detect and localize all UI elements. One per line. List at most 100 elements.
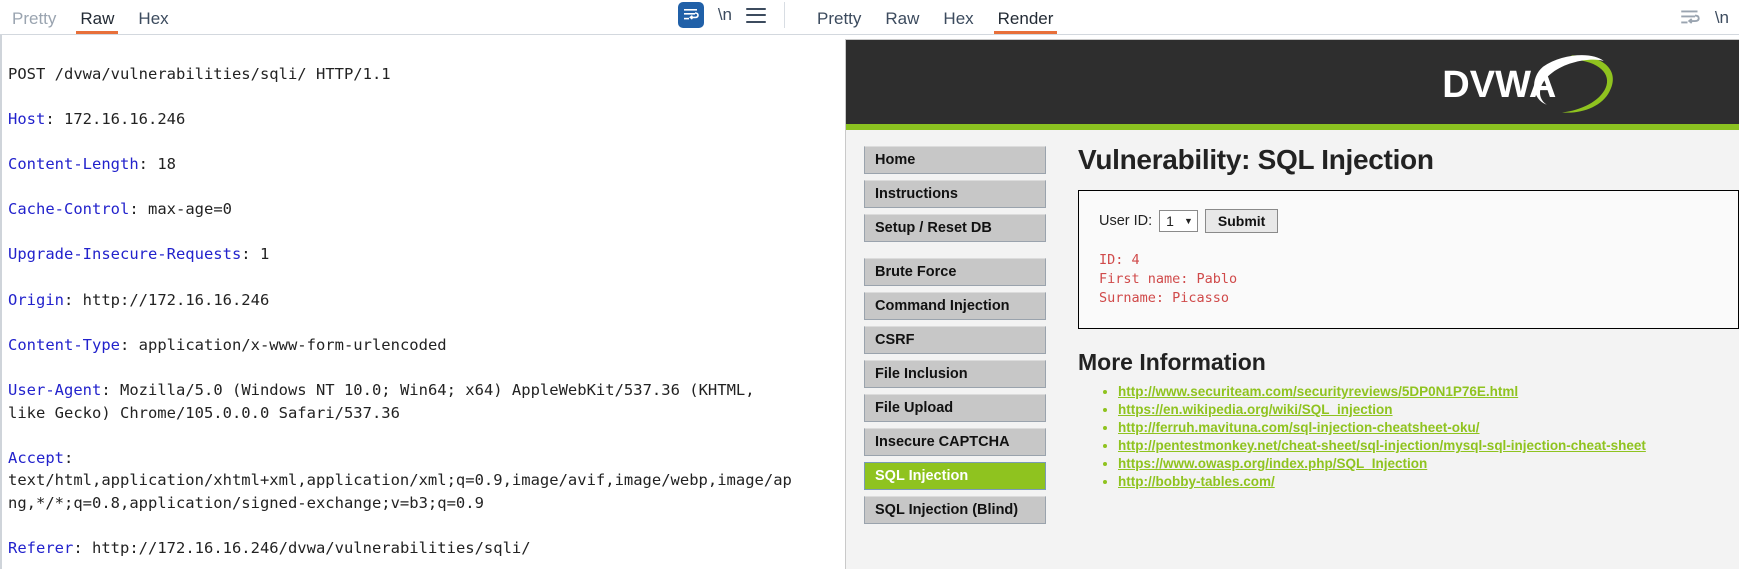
- link-securiteam[interactable]: http://www.securiteam.com/securityreview…: [1118, 384, 1518, 399]
- newline-icon[interactable]: \n: [718, 5, 732, 25]
- header-value: http://172.16.16.246/dvwa/vulnerabilitie…: [92, 539, 531, 558]
- more-information-links: http://www.securiteam.com/securityreview…: [1078, 384, 1739, 489]
- dvwa-sidebar: Home Instructions Setup / Reset DB Brute…: [846, 130, 1046, 569]
- request-path: /dvwa/vulnerabilities/sqli/: [54, 64, 307, 83]
- request-editor[interactable]: POST /dvwa/vulnerabilities/sqli/ HTTP/1.…: [0, 35, 795, 569]
- sqli-result: ID: 4 First name: Pablo Surname: Picasso: [1099, 251, 1718, 308]
- tab-response-pretty[interactable]: Pretty: [805, 10, 873, 34]
- word-wrap-icon[interactable]: [1679, 8, 1701, 28]
- header-value: 18: [157, 154, 176, 173]
- header-content-length: Content-Length: 18: [8, 154, 176, 173]
- newline-icon[interactable]: \n: [1715, 8, 1729, 28]
- tab-request-pretty[interactable]: Pretty: [0, 10, 68, 34]
- request-tabs: Pretty Raw Hex: [0, 0, 181, 34]
- tab-response-hex[interactable]: Hex: [931, 10, 985, 34]
- burp-repeater-window: Pretty Raw Hex \n POST /dvwa/vulnerabili…: [0, 0, 1739, 569]
- result-line-surname: Surname: Picasso: [1099, 290, 1230, 306]
- sidebar-item-insecure-captcha[interactable]: Insecure CAPTCHA: [864, 428, 1046, 456]
- header-user-agent: User-Agent: Mozilla/5.0 (Windows NT 10.0…: [8, 380, 764, 422]
- list-item: http://ferruh.mavituna.com/sql-injection…: [1118, 420, 1739, 435]
- sidebar-item-brute-force[interactable]: Brute Force: [864, 258, 1046, 286]
- header-cache-control: Cache-Control: max-age=0: [8, 200, 232, 219]
- sidebar-item-file-upload[interactable]: File Upload: [864, 394, 1046, 422]
- request-pane: Pretty Raw Hex \n POST /dvwa/vulnerabili…: [0, 0, 795, 569]
- request-tabbar-actions: \n: [677, 2, 795, 34]
- editor-gutter: [0, 35, 2, 569]
- tab-response-raw[interactable]: Raw: [873, 10, 931, 34]
- header-origin: Origin: http://172.16.16.246: [8, 290, 270, 309]
- header-accept: Accept: text/html,application/xhtml+xml,…: [8, 448, 792, 512]
- header-name: Accept: [8, 448, 64, 467]
- header-value: Mozilla/5.0 (Windows NT 10.0; Win64; x64…: [8, 380, 764, 422]
- header-name: Origin: [8, 290, 64, 309]
- header-value: http://172.16.16.246: [82, 290, 270, 309]
- dvwa-header-banner: DVWA: [846, 40, 1739, 124]
- sidebar-item-instructions[interactable]: Instructions: [864, 180, 1046, 208]
- header-value: 172.16.16.246: [64, 109, 186, 128]
- header-name: Cache-Control: [8, 200, 130, 219]
- svg-text:DVWA: DVWA: [1442, 64, 1556, 106]
- link-pentestmonkey[interactable]: http://pentestmonkey.net/cheat-sheet/sql…: [1118, 438, 1646, 453]
- hamburger-menu-icon[interactable]: [746, 7, 766, 23]
- sidebar-item-sql-injection-blind[interactable]: SQL Injection (Blind): [864, 496, 1046, 524]
- sidebar-item-sql-injection[interactable]: SQL Injection: [864, 462, 1046, 490]
- link-bobby-tables[interactable]: http://bobby-tables.com/: [1118, 474, 1275, 489]
- sidebar-item-file-inclusion[interactable]: File Inclusion: [864, 360, 1046, 388]
- result-line-first-name: First name: Pablo: [1099, 271, 1238, 287]
- chevron-down-icon: ▼: [1183, 216, 1193, 226]
- sidebar-item-home[interactable]: Home: [864, 146, 1046, 174]
- page-title: Vulnerability: SQL Injection: [1078, 144, 1434, 175]
- request-tabbar: Pretty Raw Hex \n: [0, 0, 795, 34]
- response-pane: Pretty Raw Hex Render \n DVWA Home Instr…: [795, 0, 1739, 569]
- more-information-title: More Information: [1078, 349, 1266, 375]
- rendered-response: DVWA Home Instructions Setup / Reset DB …: [795, 35, 1739, 569]
- dvwa-main-column: Vulnerability: SQL Injection User ID: 1 …: [1046, 130, 1739, 569]
- header-name: Referer: [8, 539, 74, 558]
- submit-button[interactable]: Submit: [1204, 209, 1279, 233]
- request-version: HTTP/1.1: [315, 64, 391, 83]
- link-owasp[interactable]: https://www.owasp.org/index.php/SQL_Inje…: [1118, 456, 1427, 471]
- dvwa-logo: DVWA: [1442, 55, 1613, 113]
- link-ferruh-mavituna[interactable]: http://ferruh.mavituna.com/sql-injection…: [1118, 420, 1480, 435]
- user-id-label: User ID:: [1099, 213, 1153, 229]
- request-raw-text[interactable]: POST /dvwa/vulnerabilities/sqli/ HTTP/1.…: [0, 40, 795, 569]
- user-id-select-value: 1: [1166, 213, 1174, 229]
- header-value: max-age=0: [148, 200, 232, 219]
- tab-response-render[interactable]: Render: [986, 10, 1066, 34]
- header-name: Upgrade-Insecure-Requests: [8, 245, 242, 264]
- tab-request-hex[interactable]: Hex: [126, 10, 180, 34]
- response-tabs: Pretty Raw Hex Render: [805, 0, 1065, 34]
- response-tabbar-actions: \n: [1679, 8, 1739, 34]
- tab-request-raw[interactable]: Raw: [68, 10, 126, 34]
- sqli-form-box: User ID: 1 ▼ Submit ID: 4 First name: Pa…: [1078, 190, 1739, 329]
- result-line-id: ID: 4: [1099, 252, 1140, 268]
- header-name: Host: [8, 109, 46, 128]
- word-wrap-icon[interactable]: [677, 2, 704, 28]
- dvwa-content: Home Instructions Setup / Reset DB Brute…: [846, 130, 1739, 569]
- link-wikipedia[interactable]: https://en.wikipedia.org/wiki/SQL_inject…: [1118, 402, 1393, 417]
- header-referer: Referer: http://172.16.16.246/dvwa/vulne…: [8, 539, 531, 558]
- header-name: Content-Type: [8, 335, 120, 354]
- header-upgrade-insecure-requests: Upgrade-Insecure-Requests: 1: [8, 245, 270, 264]
- header-content-type: Content-Type: application/x-www-form-url…: [8, 335, 447, 354]
- user-id-form: User ID: 1 ▼ Submit: [1099, 209, 1718, 233]
- list-item: https://en.wikipedia.org/wiki/SQL_inject…: [1118, 402, 1739, 417]
- header-value: application/x-www-form-urlencoded: [138, 335, 447, 354]
- toolbar-divider: [784, 2, 785, 28]
- response-tabbar: Pretty Raw Hex Render \n: [795, 0, 1739, 34]
- list-item: http://www.securiteam.com/securityreview…: [1118, 384, 1739, 399]
- header-name: User-Agent: [8, 380, 102, 399]
- header-value: text/html,application/xhtml+xml,applicat…: [8, 471, 792, 512]
- request-line: POST /dvwa/vulnerabilities/sqli/ HTTP/1.…: [6, 63, 795, 86]
- header-host: Host: 172.16.16.246: [8, 109, 186, 128]
- list-item: http://pentestmonkey.net/cheat-sheet/sql…: [1118, 438, 1739, 453]
- dvwa-page: DVWA Home Instructions Setup / Reset DB …: [845, 39, 1739, 569]
- list-item: http://bobby-tables.com/: [1118, 474, 1739, 489]
- list-item: https://www.owasp.org/index.php/SQL_Inje…: [1118, 456, 1739, 471]
- header-name: Content-Length: [8, 154, 139, 173]
- sidebar-item-csrf[interactable]: CSRF: [864, 326, 1046, 354]
- header-value: 1: [259, 245, 270, 264]
- sidebar-item-setup-reset-db[interactable]: Setup / Reset DB: [864, 214, 1046, 242]
- sidebar-item-command-injection[interactable]: Command Injection: [864, 292, 1046, 320]
- user-id-select[interactable]: 1 ▼: [1159, 210, 1198, 232]
